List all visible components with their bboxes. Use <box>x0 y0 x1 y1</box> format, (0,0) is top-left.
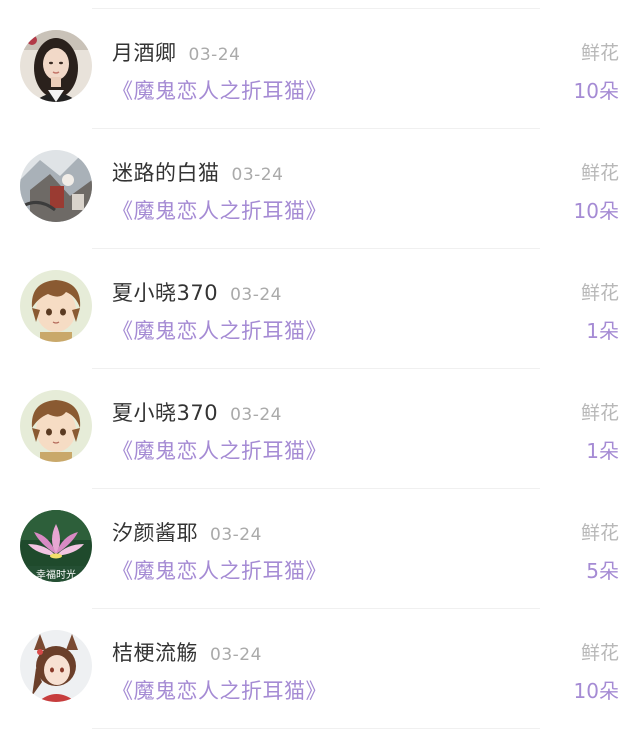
list-item[interactable]: 夏小晓370 03-24 《魔鬼恋人之折耳猫》 鲜花 1朵 <box>0 369 640 489</box>
user-name[interactable]: 迷路的白猫 03-24 <box>112 157 283 187</box>
gift-type: 鲜花 <box>580 642 619 664</box>
gift-quantity: 10朵 <box>573 679 619 703</box>
list-item[interactable]: 桔梗流觞 03-24 《魔鬼恋人之折耳猫》 鲜花 10朵 <box>0 609 640 729</box>
user-name[interactable]: 夏小晓370 03-24 <box>112 397 282 427</box>
user-name-text[interactable]: 夏小晓370 <box>112 401 218 425</box>
book-title[interactable]: 《魔鬼恋人之折耳猫》 <box>112 555 327 585</box>
gift-quantity: 1朵 <box>586 319 619 343</box>
avatar[interactable] <box>20 390 92 462</box>
user-name-text[interactable]: 迷路的白猫 <box>112 161 220 185</box>
book-title[interactable]: 《魔鬼恋人之折耳猫》 <box>112 195 327 225</box>
avatar-watermark-text: 幸福时光 <box>36 568 76 581</box>
user-name[interactable]: 汐颜酱耶 03-24 <box>112 517 262 547</box>
avatar[interactable] <box>20 30 92 102</box>
date: 03-24 <box>210 525 262 545</box>
date: 03-24 <box>188 45 241 65</box>
list-item[interactable]: 幸福时光 汐颜酱耶 03-24 《魔鬼恋人之折耳猫》 鲜花 5朵 <box>0 489 640 609</box>
date: 03-24 <box>230 285 282 305</box>
avatar[interactable] <box>20 270 92 342</box>
book-title[interactable]: 《魔鬼恋人之折耳猫》 <box>112 675 327 705</box>
gift-type: 鲜花 <box>580 282 619 304</box>
gift-type: 鲜花 <box>580 42 619 64</box>
user-name[interactable]: 夏小晓370 03-24 <box>112 277 282 307</box>
date: 03-24 <box>230 405 282 425</box>
date: 03-24 <box>231 165 284 185</box>
avatar[interactable]: 幸福时光 <box>20 510 92 582</box>
divider <box>92 728 540 729</box>
avatar[interactable] <box>20 150 92 222</box>
list-item[interactable]: 迷路的白猫 03-24 《魔鬼恋人之折耳猫》 鲜花 10朵 <box>0 129 640 249</box>
gift-quantity: 10朵 <box>573 199 619 223</box>
user-name-text[interactable]: 桔梗流觞 <box>112 641 198 665</box>
gift-type: 鲜花 <box>580 162 619 184</box>
user-name-text[interactable]: 汐颜酱耶 <box>112 521 198 545</box>
book-title[interactable]: 《魔鬼恋人之折耳猫》 <box>112 315 327 345</box>
gift-quantity: 5朵 <box>586 559 619 583</box>
date: 03-24 <box>210 645 262 665</box>
gift-type: 鲜花 <box>580 522 619 544</box>
user-name-text[interactable]: 月酒卿 <box>112 41 177 65</box>
list-item[interactable]: 月酒卿 03-24 《魔鬼恋人之折耳猫》 鲜花 10朵 <box>0 9 640 129</box>
book-title[interactable]: 《魔鬼恋人之折耳猫》 <box>112 435 327 465</box>
gift-record-list: 月酒卿 03-24 《魔鬼恋人之折耳猫》 鲜花 10朵 迷路的白猫 03-24 《魔… <box>0 0 640 733</box>
book-title[interactable]: 《魔鬼恋人之折耳猫》 <box>112 75 327 105</box>
gift-quantity: 10朵 <box>573 79 619 103</box>
list-item[interactable]: 夏小晓370 03-24 《魔鬼恋人之折耳猫》 鲜花 1朵 <box>0 249 640 369</box>
user-name-text[interactable]: 夏小晓370 <box>112 281 218 305</box>
gift-type: 鲜花 <box>580 402 619 424</box>
user-name[interactable]: 月酒卿 03-24 <box>112 37 240 67</box>
avatar[interactable] <box>20 630 92 702</box>
gift-quantity: 1朵 <box>586 439 619 463</box>
user-name[interactable]: 桔梗流觞 03-24 <box>112 637 262 667</box>
